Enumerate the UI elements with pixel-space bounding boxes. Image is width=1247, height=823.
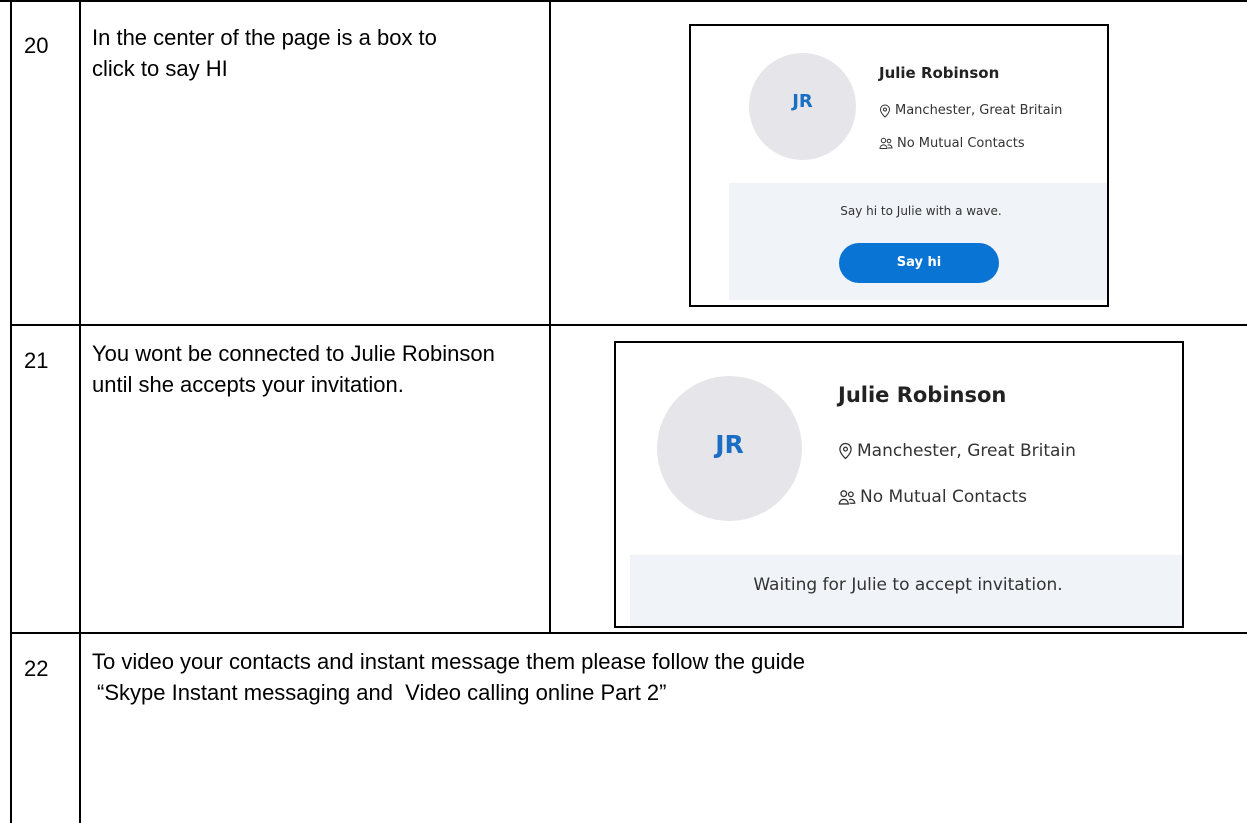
step-description-line-1: To video your contacts and instant messa… — [92, 649, 805, 674]
waiting-panel: Waiting for Julie to accept invitation. — [630, 555, 1182, 626]
profile-name: Julie Robinson — [838, 383, 1007, 407]
location-text: Manchester, Great Britain — [895, 103, 1063, 118]
location-pin-icon — [879, 103, 891, 118]
profile-mutual-contacts: No Mutual Contacts — [838, 487, 1027, 507]
screenshot-say-hi: JR Julie Robinson Manchester, Great Brit… — [689, 24, 1109, 307]
screenshot-waiting: JR Julie Robinson Manchester, Great Brit… — [614, 341, 1184, 628]
step-description: In the center of the page is a box to cl… — [92, 25, 437, 81]
avatar-initials: JR — [792, 91, 813, 112]
contacts-icon — [838, 489, 856, 505]
profile-location: Manchester, Great Britain — [879, 103, 1062, 118]
step-number: 22 — [24, 656, 49, 681]
avatar: JR — [657, 376, 802, 521]
table-row-divider-2 — [10, 632, 1247, 634]
location-text: Manchester, Great Britain — [857, 441, 1076, 461]
mutual-contacts-text: No Mutual Contacts — [860, 487, 1027, 507]
waiting-message: Waiting for Julie to accept invitation. — [753, 575, 1063, 595]
profile-name: Julie Robinson — [879, 64, 1000, 82]
step-number: 20 — [24, 33, 49, 58]
say-hi-message: Say hi to Julie with a wave. — [840, 204, 1002, 218]
step-description: You wont be connected to Julie Robinson … — [92, 341, 495, 397]
mutual-contacts-text: No Mutual Contacts — [897, 136, 1025, 151]
table-border-top — [0, 0, 1247, 2]
step-description-line-2: “Skype Instant messaging and Video calli… — [97, 680, 667, 705]
avatar: JR — [749, 53, 856, 160]
profile-location: Manchester, Great Britain — [838, 441, 1076, 461]
contacts-icon — [879, 137, 893, 149]
table-col-divider-1 — [79, 0, 81, 823]
avatar-initials: JR — [715, 430, 744, 459]
table-row-divider-1 — [10, 324, 1247, 326]
table-border-left — [10, 0, 12, 823]
say-hi-panel: Say hi to Julie with a wave. Say hi — [729, 183, 1107, 300]
step-number: 21 — [24, 348, 49, 373]
table-col-divider-2 — [549, 0, 551, 633]
say-hi-button[interactable]: Say hi — [839, 243, 999, 283]
profile-mutual-contacts: No Mutual Contacts — [879, 136, 1025, 151]
location-pin-icon — [839, 442, 852, 460]
